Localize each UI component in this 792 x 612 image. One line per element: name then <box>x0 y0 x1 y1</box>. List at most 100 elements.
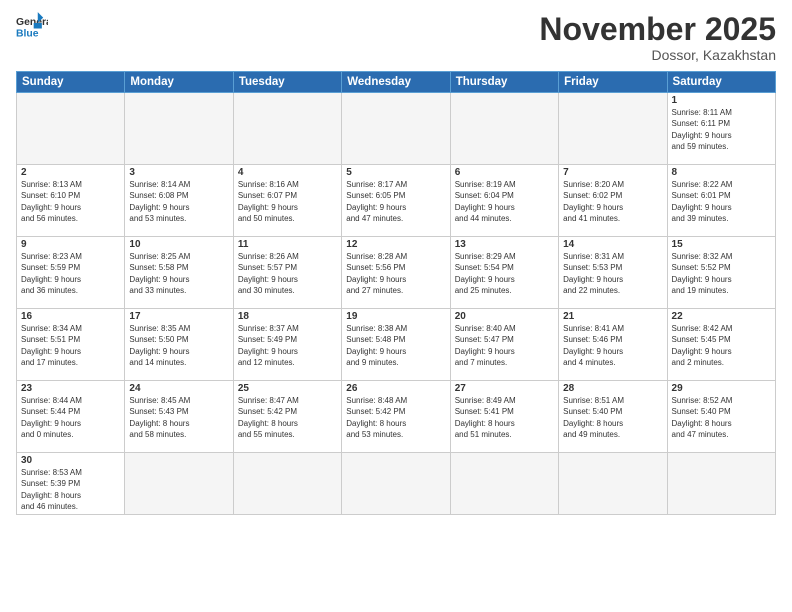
svg-text:Blue: Blue <box>16 28 39 39</box>
day-number: 24 <box>129 383 228 394</box>
day-info: Sunrise: 8:49 AMSunset: 5:41 PMDaylight:… <box>455 395 554 440</box>
calendar-day-10: 10Sunrise: 8:25 AMSunset: 5:58 PMDayligh… <box>125 237 233 309</box>
calendar-day-3: 3Sunrise: 8:14 AMSunset: 6:08 PMDaylight… <box>125 165 233 237</box>
calendar-week-0: 1Sunrise: 8:11 AMSunset: 6:11 PMDaylight… <box>17 93 776 165</box>
day-info: Sunrise: 8:37 AMSunset: 5:49 PMDaylight:… <box>238 323 337 368</box>
day-number: 21 <box>563 311 662 322</box>
logo: General Blue <box>16 12 48 40</box>
calendar-day-14: 14Sunrise: 8:31 AMSunset: 5:53 PMDayligh… <box>559 237 667 309</box>
calendar-empty <box>125 93 233 165</box>
calendar-empty <box>559 93 667 165</box>
day-info: Sunrise: 8:53 AMSunset: 5:39 PMDaylight:… <box>21 467 120 512</box>
day-number: 2 <box>21 167 120 178</box>
day-info: Sunrise: 8:34 AMSunset: 5:51 PMDaylight:… <box>21 323 120 368</box>
day-number: 10 <box>129 239 228 250</box>
calendar-day-20: 20Sunrise: 8:40 AMSunset: 5:47 PMDayligh… <box>450 309 558 381</box>
day-number: 30 <box>21 455 120 466</box>
day-info: Sunrise: 8:35 AMSunset: 5:50 PMDaylight:… <box>129 323 228 368</box>
calendar-empty <box>17 93 125 165</box>
day-info: Sunrise: 8:41 AMSunset: 5:46 PMDaylight:… <box>563 323 662 368</box>
calendar-week-3: 16Sunrise: 8:34 AMSunset: 5:51 PMDayligh… <box>17 309 776 381</box>
calendar-empty <box>559 453 667 515</box>
calendar-empty <box>450 93 558 165</box>
day-info: Sunrise: 8:48 AMSunset: 5:42 PMDaylight:… <box>346 395 445 440</box>
day-number: 19 <box>346 311 445 322</box>
calendar-day-18: 18Sunrise: 8:37 AMSunset: 5:49 PMDayligh… <box>233 309 341 381</box>
day-info: Sunrise: 8:11 AMSunset: 6:11 PMDaylight:… <box>672 107 771 152</box>
calendar-day-2: 2Sunrise: 8:13 AMSunset: 6:10 PMDaylight… <box>17 165 125 237</box>
location: Dossor, Kazakhstan <box>539 47 776 63</box>
calendar-day-13: 13Sunrise: 8:29 AMSunset: 5:54 PMDayligh… <box>450 237 558 309</box>
calendar-day-16: 16Sunrise: 8:34 AMSunset: 5:51 PMDayligh… <box>17 309 125 381</box>
col-header-friday: Friday <box>559 72 667 93</box>
calendar-day-8: 8Sunrise: 8:22 AMSunset: 6:01 PMDaylight… <box>667 165 775 237</box>
calendar-day-9: 9Sunrise: 8:23 AMSunset: 5:59 PMDaylight… <box>17 237 125 309</box>
page: General Blue November 2025 Dossor, Kazak… <box>0 0 792 612</box>
calendar-day-29: 29Sunrise: 8:52 AMSunset: 5:40 PMDayligh… <box>667 381 775 453</box>
col-header-saturday: Saturday <box>667 72 775 93</box>
calendar-empty <box>125 453 233 515</box>
day-number: 13 <box>455 239 554 250</box>
calendar-empty <box>342 453 450 515</box>
calendar-day-23: 23Sunrise: 8:44 AMSunset: 5:44 PMDayligh… <box>17 381 125 453</box>
day-info: Sunrise: 8:25 AMSunset: 5:58 PMDaylight:… <box>129 251 228 296</box>
day-number: 15 <box>672 239 771 250</box>
day-info: Sunrise: 8:51 AMSunset: 5:40 PMDaylight:… <box>563 395 662 440</box>
day-number: 29 <box>672 383 771 394</box>
day-info: Sunrise: 8:22 AMSunset: 6:01 PMDaylight:… <box>672 179 771 224</box>
title-block: November 2025 Dossor, Kazakhstan <box>539 12 776 63</box>
calendar-day-24: 24Sunrise: 8:45 AMSunset: 5:43 PMDayligh… <box>125 381 233 453</box>
calendar-day-19: 19Sunrise: 8:38 AMSunset: 5:48 PMDayligh… <box>342 309 450 381</box>
calendar-empty <box>233 453 341 515</box>
day-info: Sunrise: 8:20 AMSunset: 6:02 PMDaylight:… <box>563 179 662 224</box>
calendar-day-7: 7Sunrise: 8:20 AMSunset: 6:02 PMDaylight… <box>559 165 667 237</box>
day-info: Sunrise: 8:31 AMSunset: 5:53 PMDaylight:… <box>563 251 662 296</box>
day-number: 23 <box>21 383 120 394</box>
day-number: 27 <box>455 383 554 394</box>
calendar-empty <box>450 453 558 515</box>
day-info: Sunrise: 8:23 AMSunset: 5:59 PMDaylight:… <box>21 251 120 296</box>
calendar-day-21: 21Sunrise: 8:41 AMSunset: 5:46 PMDayligh… <box>559 309 667 381</box>
header: General Blue November 2025 Dossor, Kazak… <box>16 12 776 63</box>
svg-text:General: General <box>16 17 48 28</box>
day-number: 5 <box>346 167 445 178</box>
day-info: Sunrise: 8:45 AMSunset: 5:43 PMDaylight:… <box>129 395 228 440</box>
calendar-day-12: 12Sunrise: 8:28 AMSunset: 5:56 PMDayligh… <box>342 237 450 309</box>
col-header-wednesday: Wednesday <box>342 72 450 93</box>
day-info: Sunrise: 8:28 AMSunset: 5:56 PMDaylight:… <box>346 251 445 296</box>
calendar-day-15: 15Sunrise: 8:32 AMSunset: 5:52 PMDayligh… <box>667 237 775 309</box>
day-info: Sunrise: 8:42 AMSunset: 5:45 PMDaylight:… <box>672 323 771 368</box>
calendar-empty <box>667 453 775 515</box>
day-number: 17 <box>129 311 228 322</box>
day-number: 20 <box>455 311 554 322</box>
calendar-day-28: 28Sunrise: 8:51 AMSunset: 5:40 PMDayligh… <box>559 381 667 453</box>
calendar-day-5: 5Sunrise: 8:17 AMSunset: 6:05 PMDaylight… <box>342 165 450 237</box>
col-header-tuesday: Tuesday <box>233 72 341 93</box>
day-info: Sunrise: 8:47 AMSunset: 5:42 PMDaylight:… <box>238 395 337 440</box>
day-number: 25 <box>238 383 337 394</box>
calendar-table: SundayMondayTuesdayWednesdayThursdayFrid… <box>16 71 776 515</box>
day-info: Sunrise: 8:16 AMSunset: 6:07 PMDaylight:… <box>238 179 337 224</box>
day-number: 18 <box>238 311 337 322</box>
day-number: 1 <box>672 95 771 106</box>
day-number: 14 <box>563 239 662 250</box>
col-header-monday: Monday <box>125 72 233 93</box>
day-info: Sunrise: 8:29 AMSunset: 5:54 PMDaylight:… <box>455 251 554 296</box>
logo-icon: General Blue <box>16 12 48 40</box>
calendar-day-22: 22Sunrise: 8:42 AMSunset: 5:45 PMDayligh… <box>667 309 775 381</box>
calendar-week-5: 30Sunrise: 8:53 AMSunset: 5:39 PMDayligh… <box>17 453 776 515</box>
calendar-day-25: 25Sunrise: 8:47 AMSunset: 5:42 PMDayligh… <box>233 381 341 453</box>
day-number: 12 <box>346 239 445 250</box>
calendar-week-4: 23Sunrise: 8:44 AMSunset: 5:44 PMDayligh… <box>17 381 776 453</box>
day-number: 8 <box>672 167 771 178</box>
day-info: Sunrise: 8:13 AMSunset: 6:10 PMDaylight:… <box>21 179 120 224</box>
calendar-week-2: 9Sunrise: 8:23 AMSunset: 5:59 PMDaylight… <box>17 237 776 309</box>
day-info: Sunrise: 8:14 AMSunset: 6:08 PMDaylight:… <box>129 179 228 224</box>
calendar-day-27: 27Sunrise: 8:49 AMSunset: 5:41 PMDayligh… <box>450 381 558 453</box>
day-number: 9 <box>21 239 120 250</box>
day-number: 11 <box>238 239 337 250</box>
month-title: November 2025 <box>539 12 776 47</box>
day-number: 6 <box>455 167 554 178</box>
day-info: Sunrise: 8:32 AMSunset: 5:52 PMDaylight:… <box>672 251 771 296</box>
day-info: Sunrise: 8:19 AMSunset: 6:04 PMDaylight:… <box>455 179 554 224</box>
